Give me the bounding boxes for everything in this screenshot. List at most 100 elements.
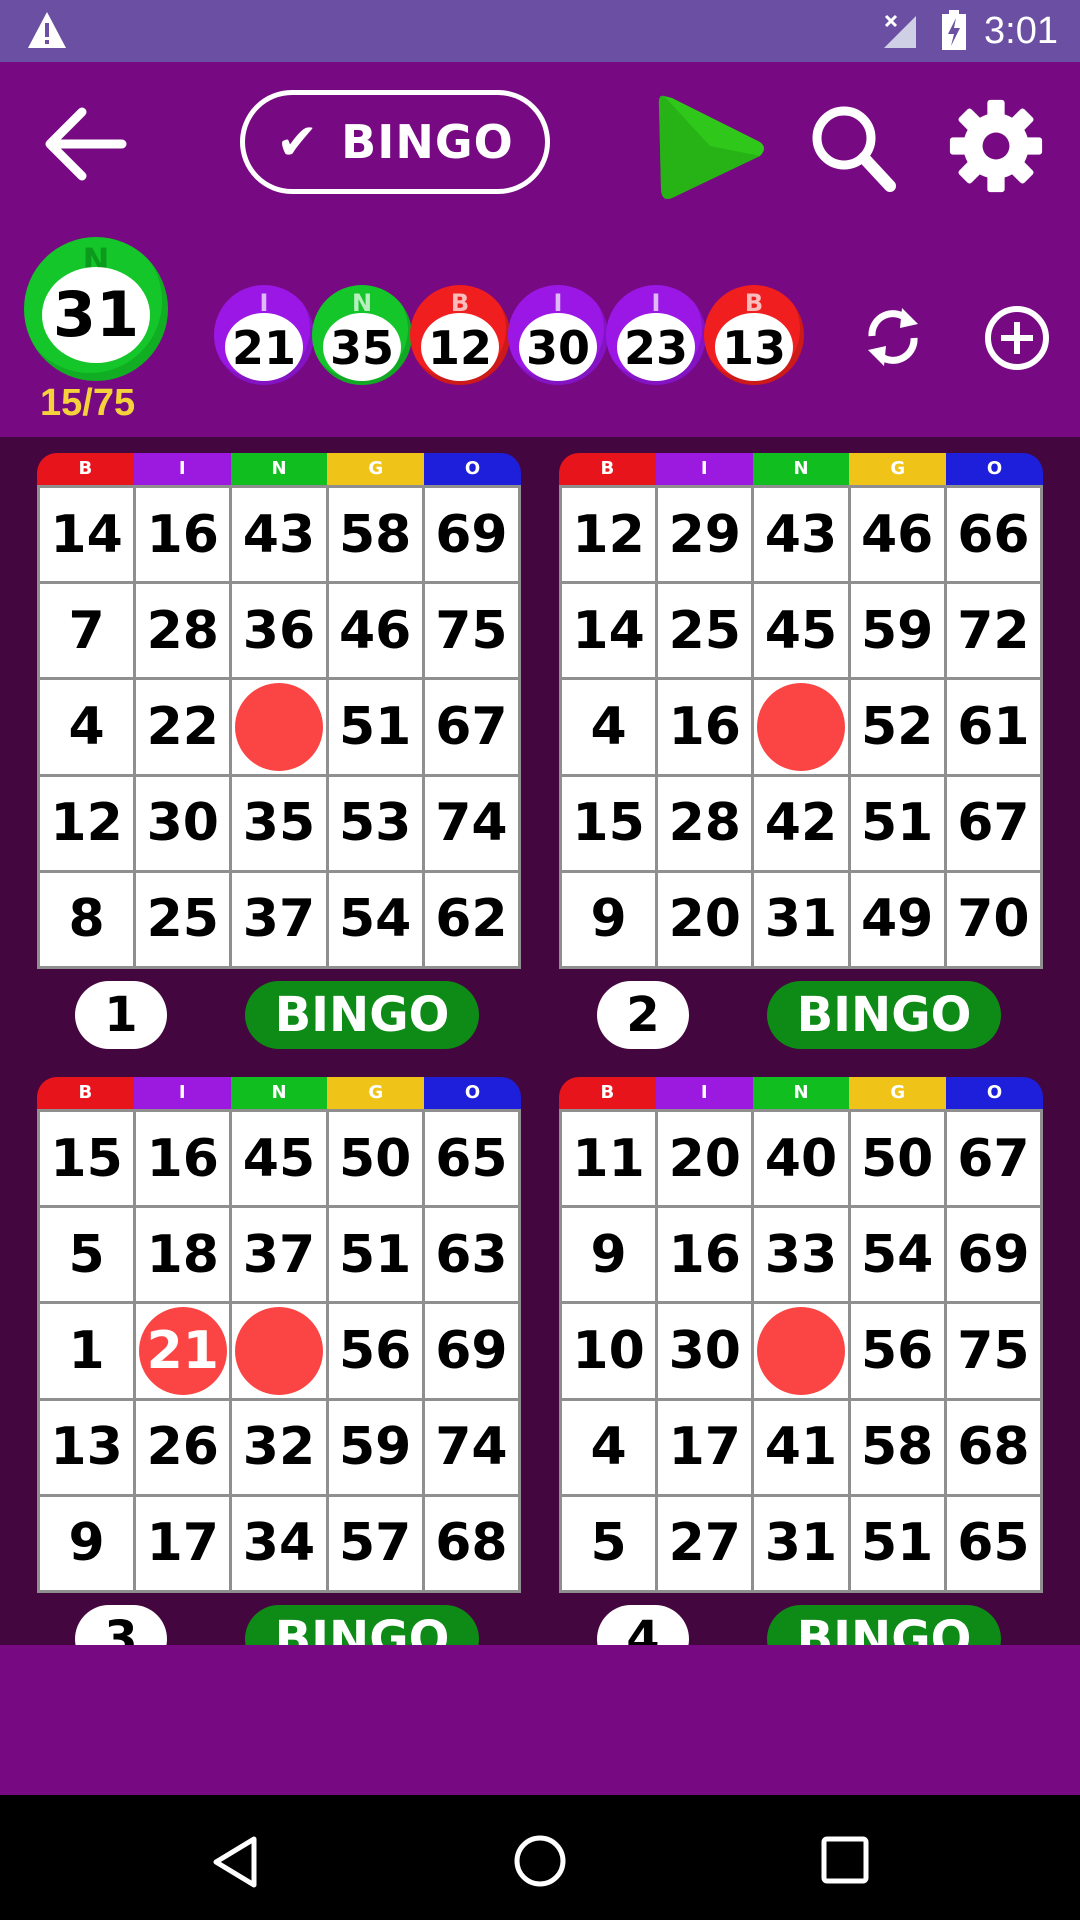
nav-recents-icon[interactable] [820, 1835, 870, 1885]
card-cell[interactable]: 31 [754, 1496, 848, 1590]
card-cell[interactable]: 9 [562, 872, 656, 966]
card-cell[interactable]: 57 [328, 1496, 422, 1590]
card-cell[interactable]: 9 [40, 1496, 134, 1590]
card-cell[interactable]: 7 [40, 584, 134, 678]
card-cell[interactable]: 22 [136, 680, 230, 774]
card-cell[interactable]: 37 [232, 872, 326, 966]
card-cell[interactable]: 43 [754, 488, 848, 582]
card-cell[interactable]: 41 [754, 1400, 848, 1494]
card-cell[interactable]: 69 [424, 488, 518, 582]
card-cell[interactable]: 15 [40, 1112, 134, 1206]
card-bingo-button[interactable]: BINGO [245, 981, 479, 1049]
card-cell[interactable]: 67 [424, 680, 518, 774]
card-cell[interactable]: 42 [754, 776, 848, 870]
card-cell[interactable]: 8 [40, 872, 134, 966]
card-cell[interactable]: 68 [424, 1496, 518, 1590]
card-cell-marked[interactable]: 21 [136, 1304, 230, 1398]
card-cell[interactable]: 9 [562, 1208, 656, 1302]
card-cell[interactable]: 16 [658, 1208, 752, 1302]
free-space[interactable] [754, 680, 848, 774]
card-cell[interactable]: 40 [754, 1112, 848, 1206]
card-cell[interactable]: 54 [328, 872, 422, 966]
nav-back-icon[interactable] [210, 1835, 260, 1889]
card-cell[interactable]: 14 [40, 488, 134, 582]
card-cell[interactable]: 65 [946, 1496, 1040, 1590]
card-cell[interactable]: 58 [328, 488, 422, 582]
card-cell[interactable]: 17 [658, 1400, 752, 1494]
card-cell[interactable]: 4 [562, 1400, 656, 1494]
card-cell[interactable]: 45 [232, 1112, 326, 1206]
card-cell[interactable]: 68 [946, 1400, 1040, 1494]
card-cell[interactable]: 69 [424, 1304, 518, 1398]
card-cell[interactable]: 70 [946, 872, 1040, 966]
nav-home-icon[interactable] [512, 1833, 568, 1889]
card-cell[interactable]: 46 [328, 584, 422, 678]
back-arrow-icon[interactable] [42, 104, 128, 184]
card-cell[interactable]: 30 [136, 776, 230, 870]
card-cell[interactable]: 67 [946, 776, 1040, 870]
card-cell[interactable]: 58 [850, 1400, 944, 1494]
card-cell[interactable]: 69 [946, 1208, 1040, 1302]
card-cell[interactable]: 50 [328, 1112, 422, 1206]
card-bingo-button[interactable]: BINGO [767, 1605, 1001, 1645]
card-cell[interactable]: 10 [562, 1304, 656, 1398]
card-cell[interactable]: 4 [562, 680, 656, 774]
card-cell[interactable]: 17 [136, 1496, 230, 1590]
card-cell[interactable]: 56 [850, 1304, 944, 1398]
card-cell[interactable]: 5 [40, 1208, 134, 1302]
card-cell[interactable]: 35 [232, 776, 326, 870]
card-cell[interactable]: 5 [562, 1496, 656, 1590]
card-cell[interactable]: 14 [562, 584, 656, 678]
card-cell[interactable]: 18 [136, 1208, 230, 1302]
card-cell[interactable]: 12 [40, 776, 134, 870]
card-cell[interactable]: 31 [754, 872, 848, 966]
free-space[interactable] [232, 1304, 326, 1398]
card-cell[interactable]: 59 [850, 584, 944, 678]
card-cell[interactable]: 32 [232, 1400, 326, 1494]
card-cell[interactable]: 53 [328, 776, 422, 870]
card-cell[interactable]: 25 [136, 872, 230, 966]
add-circle-icon[interactable] [984, 305, 1050, 371]
card-cell[interactable]: 30 [658, 1304, 752, 1398]
card-cell[interactable]: 74 [424, 776, 518, 870]
card-cell[interactable]: 66 [946, 488, 1040, 582]
card-cell[interactable]: 52 [850, 680, 944, 774]
card-cell[interactable]: 46 [850, 488, 944, 582]
card-cell[interactable]: 65 [424, 1112, 518, 1206]
search-icon[interactable] [808, 102, 898, 194]
card-cell[interactable]: 50 [850, 1112, 944, 1206]
card-cell[interactable]: 45 [754, 584, 848, 678]
card-cell[interactable]: 54 [850, 1208, 944, 1302]
card-cell[interactable]: 62 [424, 872, 518, 966]
card-cell[interactable]: 67 [946, 1112, 1040, 1206]
card-cell[interactable]: 63 [424, 1208, 518, 1302]
gear-icon[interactable] [948, 98, 1044, 194]
card-cell[interactable]: 51 [328, 680, 422, 774]
card-cell[interactable]: 61 [946, 680, 1040, 774]
card-bingo-button[interactable]: BINGO [245, 1605, 479, 1645]
card-cell[interactable]: 49 [850, 872, 944, 966]
card-cell[interactable]: 20 [658, 1112, 752, 1206]
card-cell[interactable]: 16 [136, 1112, 230, 1206]
card-cell[interactable]: 15 [562, 776, 656, 870]
card-cell[interactable]: 16 [658, 680, 752, 774]
card-cell[interactable]: 20 [658, 872, 752, 966]
card-cell[interactable]: 1 [40, 1304, 134, 1398]
card-cell[interactable]: 51 [328, 1208, 422, 1302]
card-cell[interactable]: 75 [424, 584, 518, 678]
card-cell[interactable]: 11 [562, 1112, 656, 1206]
card-bingo-button[interactable]: BINGO [767, 981, 1001, 1049]
card-cell[interactable]: 51 [850, 1496, 944, 1590]
card-cell[interactable]: 28 [136, 584, 230, 678]
free-space[interactable] [232, 680, 326, 774]
card-cell[interactable]: 4 [40, 680, 134, 774]
card-cell[interactable]: 43 [232, 488, 326, 582]
card-cell[interactable]: 25 [658, 584, 752, 678]
card-cell[interactable]: 51 [850, 776, 944, 870]
free-space[interactable] [754, 1304, 848, 1398]
card-cell[interactable]: 33 [754, 1208, 848, 1302]
refresh-icon[interactable] [862, 302, 924, 372]
bingo-toggle-button[interactable]: ✔ BINGO [240, 90, 550, 194]
card-cell[interactable]: 29 [658, 488, 752, 582]
card-cell[interactable]: 75 [946, 1304, 1040, 1398]
